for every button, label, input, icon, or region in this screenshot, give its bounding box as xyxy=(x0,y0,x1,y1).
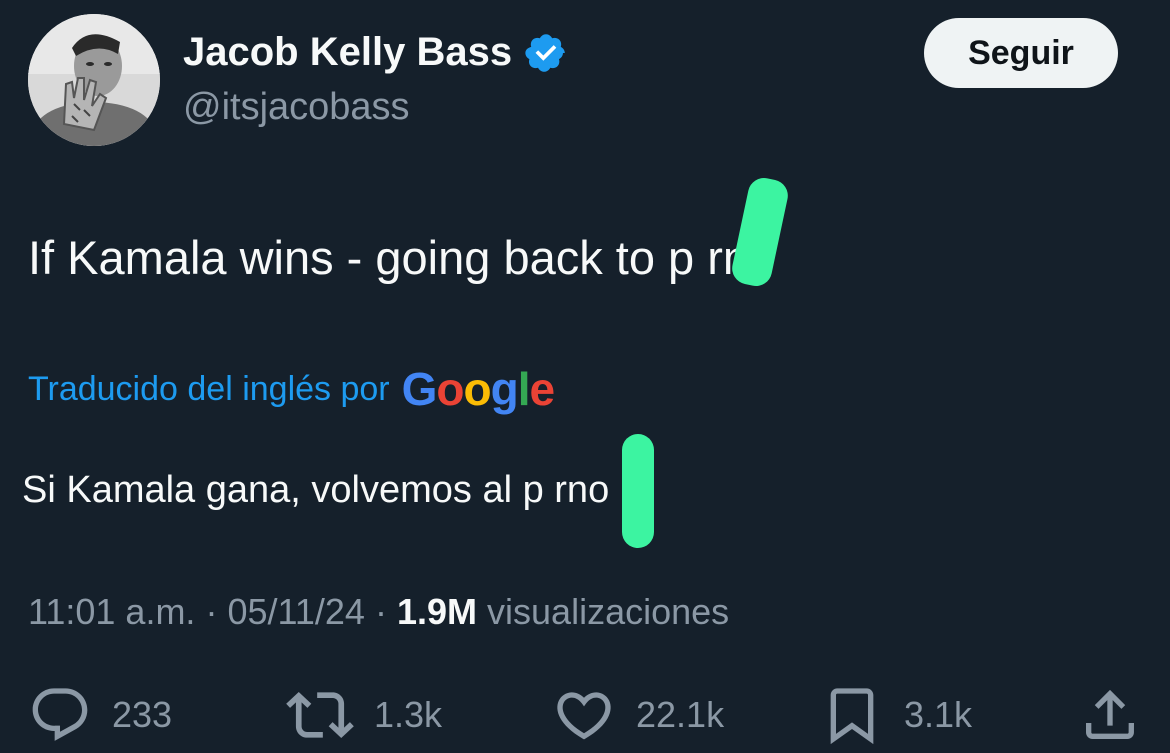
google-logo-letter: e xyxy=(529,363,556,415)
translation-attribution[interactable]: Traducido del inglés por Google xyxy=(28,363,556,415)
share-button[interactable] xyxy=(1078,680,1142,750)
tweet-detail: Jacob Kelly Bass @itsjacobass Seguir If … xyxy=(0,0,1170,753)
reply-count: 233 xyxy=(112,694,173,735)
author-handle[interactable]: @itsjacobass xyxy=(183,86,410,129)
google-logo-letter: o xyxy=(436,363,464,415)
tweet-meta: 11:01 a.m. · 05/11/24 · 1.9M visualizaci… xyxy=(28,591,729,633)
follow-button[interactable]: Seguir xyxy=(924,18,1118,88)
reply-icon xyxy=(32,688,88,741)
heart-icon xyxy=(557,692,611,740)
like-button[interactable]: 22.1k xyxy=(552,680,724,750)
views-label[interactable]: visualizaciones xyxy=(487,591,729,632)
google-logo-letter: g xyxy=(490,363,519,415)
reply-button[interactable]: 233 xyxy=(28,680,172,750)
google-logo: Google xyxy=(401,363,556,415)
bookmark-button[interactable]: 3.1k xyxy=(820,680,972,750)
meta-separator: · xyxy=(374,591,387,632)
share-icon xyxy=(1086,689,1134,739)
translated-text: Si Kamala gana, volvemos al p rno xyxy=(22,469,610,511)
views-count[interactable]: 1.9M xyxy=(397,591,477,632)
author-name-row[interactable]: Jacob Kelly Bass xyxy=(183,30,568,75)
verified-badge-icon[interactable] xyxy=(524,31,568,75)
google-logo-letter: G xyxy=(401,363,438,415)
repost-button[interactable]: 1.3k xyxy=(286,680,442,750)
translation-label[interactable]: Traducido del inglés por xyxy=(28,370,390,409)
censor-mark-translation xyxy=(622,434,654,548)
repost-icon xyxy=(286,691,354,739)
avatar-photo xyxy=(28,14,160,146)
google-logo-letter: l xyxy=(517,363,531,415)
bookmark-count: 3.1k xyxy=(904,694,973,735)
avatar[interactable] xyxy=(28,14,160,146)
meta-separator: · xyxy=(205,591,218,632)
repost-count: 1.3k xyxy=(374,694,443,735)
display-name[interactable]: Jacob Kelly Bass xyxy=(183,30,512,75)
tweet-date[interactable]: 05/11/24 xyxy=(227,591,364,632)
google-logo-letter: o xyxy=(463,363,492,415)
tweet-text: If Kamala wins - going back to p rn xyxy=(28,231,750,284)
tweet-time[interactable]: 11:01 a.m. xyxy=(28,591,195,632)
like-count: 22.1k xyxy=(636,694,725,735)
censor-mark xyxy=(729,175,791,289)
bookmark-icon xyxy=(830,688,874,745)
action-bar: 233 1.3k 22.1k 3.1k xyxy=(0,680,1170,750)
